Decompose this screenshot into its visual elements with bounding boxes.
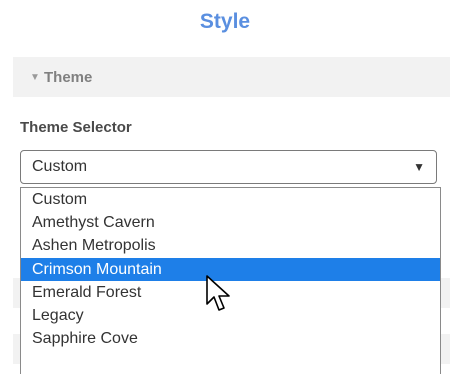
theme-options-list[interactable]: Custom Amethyst Cavern Ashen Metropolis … (20, 187, 441, 374)
style-panel: Style ▼ Theme Theme Selector Custom ▼ Cu… (0, 0, 450, 374)
option-amethyst-cavern[interactable]: Amethyst Cavern (21, 211, 440, 234)
section-title: Theme (44, 68, 93, 86)
option-crimson-mountain[interactable]: Crimson Mountain (21, 257, 440, 281)
theme-selector-label: Theme Selector (20, 119, 132, 136)
theme-section-header[interactable]: ▼ Theme (13, 57, 450, 97)
option-custom[interactable]: Custom (21, 188, 440, 211)
triangle-down-icon: ▼ (30, 71, 40, 83)
theme-selector-dropdown[interactable]: Custom ▼ (20, 150, 437, 184)
option-emerald-forest[interactable]: Emerald Forest (21, 281, 440, 304)
option-sapphire-cove[interactable]: Sapphire Cove (21, 327, 440, 350)
caret-down-icon: ▼ (413, 160, 425, 174)
panel-title: Style (199, 10, 251, 33)
option-ashen-metropolis[interactable]: Ashen Metropolis (21, 234, 440, 257)
theme-selector-value: Custom (32, 158, 88, 175)
option-legacy[interactable]: Legacy (21, 304, 440, 327)
